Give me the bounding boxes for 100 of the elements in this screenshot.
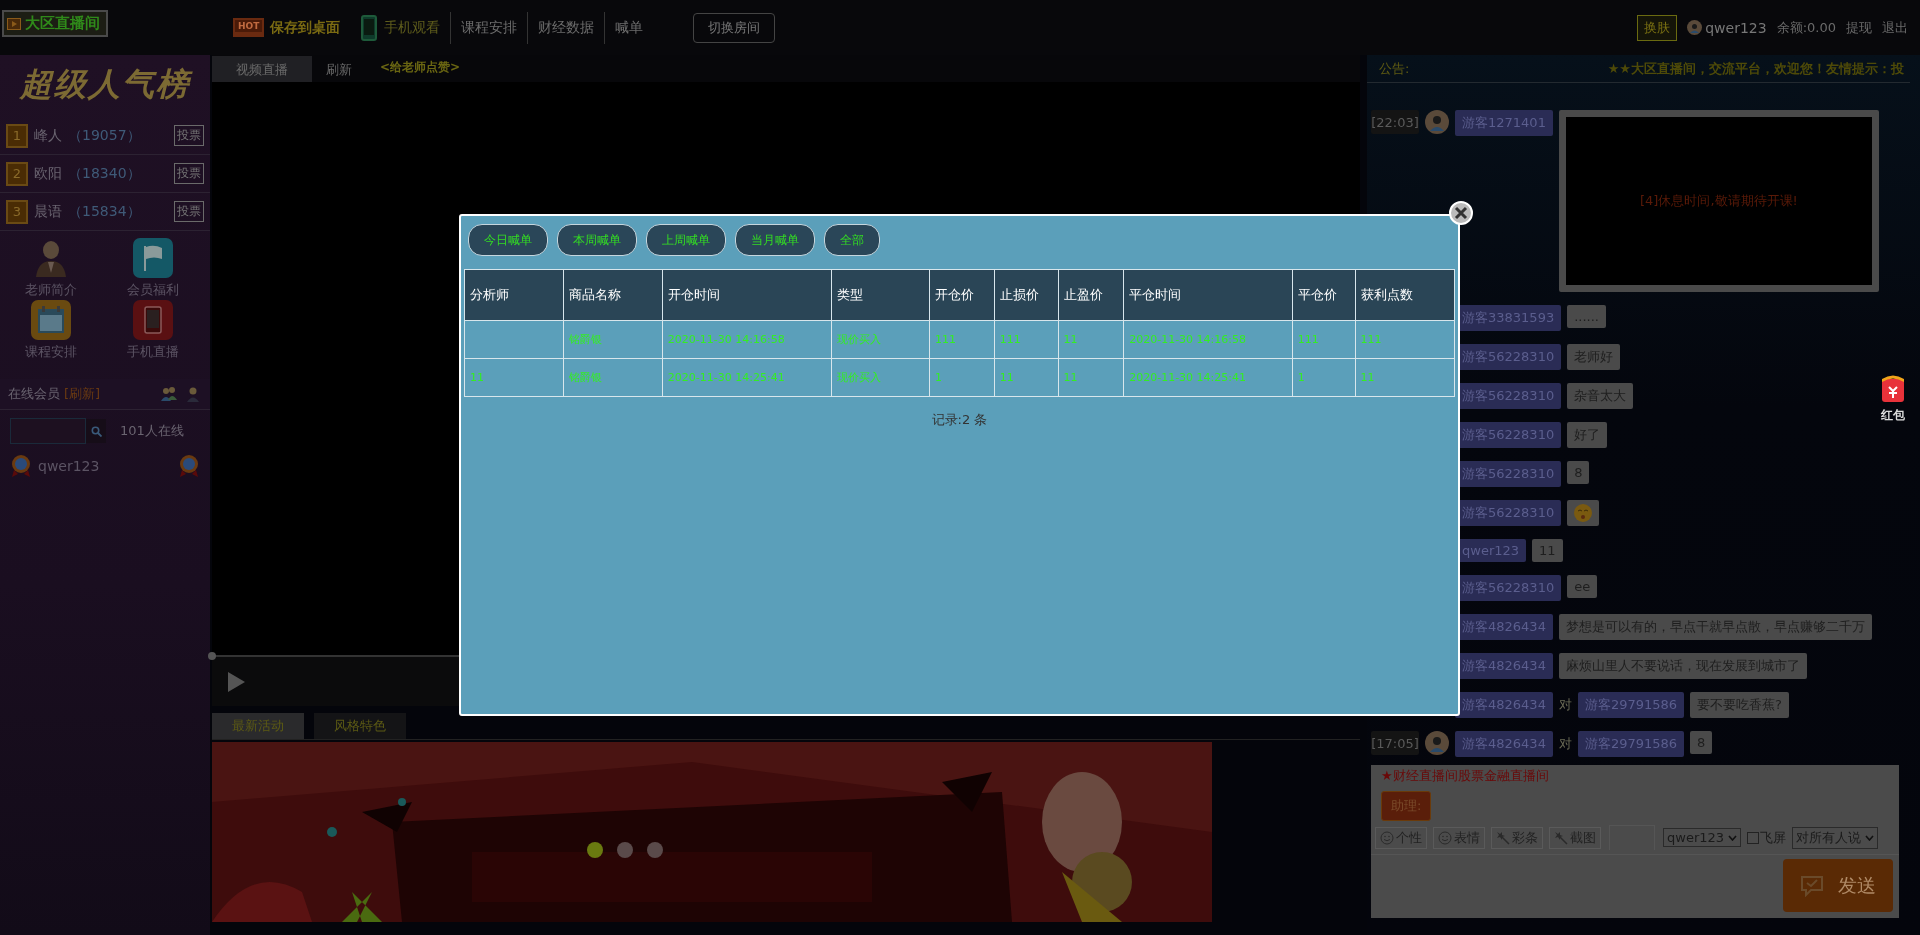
tv-icon — [7, 17, 21, 30]
people-icon[interactable] — [160, 386, 178, 402]
nav-label: 财经数据 — [538, 18, 595, 37]
message-time: [17:05] — [1371, 731, 1419, 755]
table-cell: 11 — [1058, 320, 1124, 359]
activity-tab[interactable]: 风格特色 — [314, 713, 406, 739]
user-name[interactable]: qwer123 — [1705, 19, 1767, 36]
member-name[interactable]: qwer123 — [38, 458, 100, 474]
filter-button[interactable]: 本周喊单 — [557, 224, 637, 256]
to-word: 对 — [1558, 735, 1572, 753]
column-header: 获利点数 — [1355, 269, 1455, 321]
video-tab[interactable]: 视频直播 — [212, 56, 312, 82]
envelope-icon[interactable] — [1880, 373, 1906, 403]
table-cell: 11 — [1355, 358, 1455, 397]
search-icon — [90, 425, 102, 437]
send-button[interactable]: 发送 — [1783, 859, 1893, 912]
table-cell: 11 — [1058, 358, 1124, 397]
top-link[interactable]: 提现 — [1846, 18, 1872, 37]
shortcut-label[interactable]: 手机直播 — [127, 343, 179, 361]
table-cell: 2020-11-30 14:25:41 — [1123, 358, 1293, 397]
vote-button[interactable]: 投票 — [174, 163, 204, 184]
search-field[interactable] — [10, 418, 86, 444]
wand-icon — [1496, 830, 1510, 845]
table-cell: 现价买入 — [832, 358, 930, 397]
column-header: 止损价 — [994, 269, 1059, 321]
caret-icon — [1865, 834, 1875, 841]
logo[interactable]: 大区直播间 — [2, 10, 108, 37]
table-cell: 铭爵银 — [563, 320, 663, 359]
envelope-label[interactable]: 红包 — [1881, 407, 1905, 424]
calendar-icon — [30, 299, 72, 341]
shortcut-label[interactable]: 老师简介 — [25, 281, 77, 299]
top-link[interactable]: 退出 — [1882, 18, 1908, 37]
table-cell: 1 — [1292, 358, 1356, 397]
column-header: 止盈价 — [1058, 269, 1124, 321]
skin-button[interactable]: 换肤 — [1637, 14, 1678, 41]
nav-link[interactable]: 财经数据 — [528, 11, 606, 44]
smiley-icon — [1380, 830, 1394, 845]
table-cell: 2020-11-30 14:16:58 — [662, 320, 832, 359]
smiley-icon — [1438, 830, 1452, 845]
teacher-name: 峰人 — [34, 126, 62, 145]
shortcut-label[interactable]: 课程安排 — [25, 343, 77, 361]
vip-badge-icon — [10, 454, 32, 478]
vote-count: （15834） — [68, 202, 141, 221]
table-cell: 111 — [994, 320, 1059, 359]
seek-handle[interactable] — [208, 652, 216, 660]
nav-label: 保存到桌面 — [270, 18, 341, 37]
avatar-icon — [1687, 20, 1703, 35]
to-word: 对 — [1558, 696, 1572, 714]
filter-button[interactable]: 上周喊单 — [646, 224, 726, 256]
nav-link[interactable]: 课程安排 — [451, 11, 529, 44]
teacher-name: 欧阳 — [34, 164, 62, 183]
wand-icon — [1554, 830, 1568, 845]
filter-button[interactable]: 今日喊单 — [468, 224, 548, 256]
nav-link[interactable]: 手机观看 — [350, 11, 452, 44]
table-cell: 111 — [1292, 320, 1356, 359]
message-time: [22:03] — [1371, 110, 1419, 134]
table-cell: 111 — [1355, 320, 1455, 359]
table-cell: 铭爵银 — [563, 358, 663, 397]
table-cell: 1 — [929, 358, 995, 397]
column-header: 开仓价 — [929, 269, 995, 321]
vote-button[interactable]: 投票 — [174, 125, 204, 146]
table-cell: 11 — [994, 358, 1059, 397]
online-title: 在线会员 — [8, 385, 60, 403]
column-header: 类型 — [832, 269, 930, 321]
switch-room-button[interactable]: 切换房间 — [693, 12, 776, 43]
balance: 余额:0.00 — [1776, 18, 1836, 37]
online-count: 101人在线 — [120, 422, 184, 440]
vip-badge-icon — [178, 454, 200, 478]
play-icon[interactable] — [226, 670, 246, 693]
notice-text: ★★大区直播间，交流平台，欢迎您！友情提示：投 — [1607, 59, 1904, 78]
emoji-icon — [1573, 503, 1594, 523]
vote-count: （18340） — [68, 164, 141, 183]
nav-link[interactable]: 喊单 — [605, 11, 654, 44]
shortcut-label[interactable]: 会员福利 — [127, 281, 179, 299]
phone-icon — [132, 299, 174, 341]
nav-link[interactable]: HOT 保存到桌面 — [223, 11, 351, 44]
table-cell: 111 — [929, 320, 995, 359]
video-tab[interactable]: 刷新 — [312, 56, 366, 82]
nav-label: 课程安排 — [461, 18, 518, 37]
rank-number: 1 — [6, 123, 28, 148]
refresh-link[interactable]: [刷新] — [64, 385, 101, 403]
column-header: 开仓时间 — [662, 269, 832, 321]
column-header: 商品名称 — [563, 269, 663, 321]
filter-button[interactable]: 当月喊单 — [735, 224, 815, 256]
person-icon[interactable] — [184, 386, 202, 402]
search-button[interactable] — [86, 419, 106, 443]
vote-button[interactable]: 投票 — [174, 201, 204, 222]
table-cell: 2020-11-30 14:25:41 — [662, 358, 832, 397]
checkbox[interactable] — [1747, 831, 1760, 844]
column-header: 分析师 — [464, 269, 564, 321]
room-banner-text: ★财经直播间股票金融直播间 — [1380, 767, 1550, 785]
like-link[interactable]: <给老师点赞> — [380, 59, 461, 82]
notice-label: 公告: — [1379, 59, 1410, 78]
filter-button[interactable]: 全部 — [824, 224, 880, 256]
column-header: 平仓时间 — [1123, 269, 1293, 321]
nav-label: 喊单 — [615, 18, 644, 37]
record-count: 记录:2 条 — [930, 411, 989, 429]
chat-bubble-icon — [1800, 874, 1824, 897]
rank-number: 3 — [6, 199, 28, 224]
teacher-name: 晨语 — [34, 202, 62, 221]
